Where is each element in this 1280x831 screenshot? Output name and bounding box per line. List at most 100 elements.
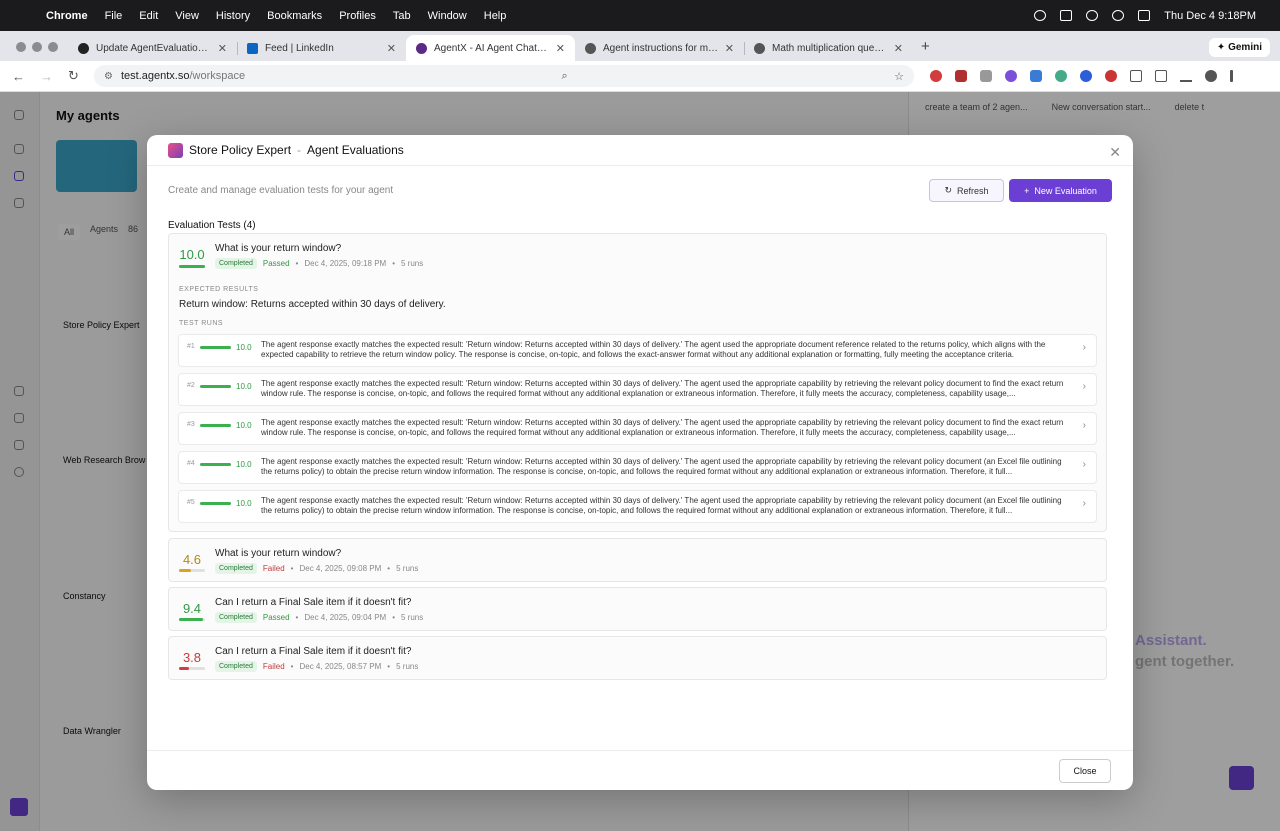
browser-tab[interactable]: Update AgentEvaluationCard✕ (68, 35, 237, 61)
run-score-bar (200, 424, 231, 427)
camera-extension-icon[interactable] (980, 70, 992, 82)
side-panel-icon[interactable] (1155, 70, 1167, 82)
back-icon[interactable]: ← (12, 69, 28, 84)
new-tab-button[interactable]: + (921, 38, 930, 55)
evaluation-meta: Completed Failed • Dec 4, 2025, 09:08 PM •… (215, 563, 418, 574)
menu-tab[interactable]: Tab (393, 10, 411, 22)
extension-icon[interactable] (955, 70, 967, 82)
url-bar[interactable]: ⚙ test.agentx.so/workspace ⌕ ☆ (94, 65, 914, 87)
menu-window[interactable]: Window (428, 10, 467, 22)
status-badge: Completed (215, 661, 257, 672)
control-center-icon[interactable] (1138, 10, 1151, 21)
evaluation-score: 9.4 (182, 601, 202, 616)
download-icon[interactable] (1180, 70, 1192, 82)
evaluation-card[interactable]: 3.8 Can I return a Final Sale item if it… (168, 636, 1107, 680)
extension-icon[interactable] (1055, 70, 1067, 82)
browser-tab-active[interactable]: AgentX - AI Agent Chatbot Bu✕ (406, 35, 575, 61)
gemini-button[interactable]: ✦ Gemini (1208, 38, 1270, 57)
evaluation-runs: 5 runs (396, 662, 419, 671)
evaluation-card[interactable]: 4.6 What is your return window? Complete… (168, 538, 1107, 582)
chevron-right-icon[interactable]: › (1083, 342, 1086, 353)
test-run-row[interactable]: #2 10.0 The agent response exactly matches… (178, 373, 1097, 406)
extension-icon[interactable] (1005, 70, 1017, 82)
extension-icon[interactable] (1105, 70, 1117, 82)
site-info-icon[interactable]: ⚙ (104, 71, 113, 82)
battery-icon[interactable] (1060, 10, 1073, 21)
close-tab-icon[interactable]: ✕ (387, 42, 396, 55)
evaluation-question: Can I return a Final Sale item if it doe… (215, 646, 412, 657)
modal-subtitle: Create and manage evaluation tests for y… (168, 185, 394, 196)
chevron-right-icon[interactable]: › (1083, 459, 1086, 470)
close-button[interactable]: Close (1059, 759, 1111, 783)
evaluation-meta: Completed Failed • Dec 4, 2025, 08:57 PM •… (215, 661, 418, 672)
evaluation-date: Dec 4, 2025, 09:04 PM (304, 613, 387, 622)
run-score-bar (200, 463, 231, 466)
menubar-clock[interactable]: Thu Dec 4 9:18PM (1164, 10, 1256, 22)
score-bar (179, 618, 205, 621)
close-tab-icon[interactable]: ✕ (725, 42, 734, 55)
menu-edit[interactable]: Edit (139, 10, 158, 22)
score-bar (179, 265, 205, 268)
browser-tab[interactable]: Agent instructions for math e ✕ (575, 35, 744, 61)
evaluations-modal: Store Policy Expert - Agent Evaluations … (147, 135, 1133, 790)
evaluation-card-expanded[interactable]: 10.0 What is your return window? Complet… (168, 233, 1107, 532)
extension-icon[interactable] (1030, 70, 1042, 82)
agent-avatar (168, 142, 183, 158)
zoom-icon[interactable]: ⌕ (562, 70, 568, 83)
close-tab-icon[interactable]: ✕ (556, 42, 565, 55)
menu-help[interactable]: Help (484, 10, 507, 22)
title-separator: - (297, 143, 302, 157)
close-tab-icon[interactable]: ✕ (218, 42, 227, 55)
run-feedback: The agent response exactly matches the e… (261, 379, 1064, 398)
chrome-menu-icon[interactable] (1230, 70, 1233, 82)
chevron-right-icon[interactable]: › (1083, 498, 1086, 509)
test-run-row[interactable]: #1 10.0 The agent response exactly matches… (178, 334, 1097, 367)
test-run-row[interactable]: #5 10.0 The agent response exactly matches… (178, 490, 1097, 523)
openai-icon (754, 42, 765, 54)
minimize-window-button[interactable] (32, 42, 42, 52)
profile-avatar[interactable] (1205, 70, 1217, 82)
zoom-window-button[interactable] (48, 42, 58, 52)
evaluation-card[interactable]: 9.4 Can I return a Final Sale item if it… (168, 587, 1107, 631)
window-controls (16, 42, 58, 52)
forward-icon[interactable]: → (40, 69, 56, 84)
menu-view[interactable]: View (175, 10, 199, 22)
run-feedback: The agent response exactly matches the e… (261, 418, 1064, 437)
close-icon[interactable]: ✕ (1109, 144, 1121, 161)
browser-tab[interactable]: Feed | LinkedIn ✕ (237, 35, 406, 61)
menu-bookmarks[interactable]: Bookmarks (267, 10, 322, 22)
evaluation-meta: Completed Passed • Dec 4, 2025, 09:18 PM •… (215, 258, 423, 269)
close-window-button[interactable] (16, 42, 26, 52)
refresh-button[interactable]: ↻ Refresh (929, 179, 1004, 202)
test-run-row[interactable]: #3 10.0 The agent response exactly matches… (178, 412, 1097, 445)
menu-app-name[interactable]: Chrome (46, 10, 88, 22)
evaluation-date: Dec 4, 2025, 08:57 PM (299, 662, 382, 671)
chevron-right-icon[interactable]: › (1083, 420, 1086, 431)
search-icon[interactable] (1112, 10, 1125, 21)
macos-menubar: Chrome File Edit View History Bookmarks … (0, 0, 1280, 31)
menu-history[interactable]: History (216, 10, 250, 22)
bookmark-star-icon[interactable]: ☆ (894, 70, 904, 83)
menu-profiles[interactable]: Profiles (339, 10, 376, 22)
reload-icon[interactable]: ↻ (68, 68, 84, 84)
openai-icon (585, 42, 596, 54)
puzzle-extensions-icon[interactable] (1130, 70, 1142, 82)
menu-file[interactable]: File (105, 10, 123, 22)
close-tab-icon[interactable]: ✕ (894, 42, 903, 55)
test-run-row[interactable]: #4 10.0 The agent response exactly matches… (178, 451, 1097, 484)
new-evaluation-button[interactable]: + New Evaluation (1009, 179, 1112, 202)
evaluation-score: 10.0 (179, 247, 205, 262)
status-icon[interactable] (1034, 10, 1047, 21)
run-feedback: The agent response exactly matches the e… (261, 496, 1062, 515)
wifi-icon[interactable] (1086, 10, 1099, 21)
chevron-right-icon[interactable]: › (1083, 381, 1086, 392)
result-label: Failed (262, 564, 285, 573)
evaluation-score: 3.8 (182, 650, 202, 665)
adblock-extension-icon[interactable] (930, 70, 942, 82)
url-path: /workspace (189, 70, 246, 82)
result-label: Passed (262, 613, 290, 622)
evaluation-question: What is your return window? (215, 243, 342, 254)
browser-tab[interactable]: Math multiplication question ✕ (744, 35, 913, 61)
extension-icon[interactable] (1080, 70, 1092, 82)
modal-title: Agent Evaluations (307, 143, 404, 157)
